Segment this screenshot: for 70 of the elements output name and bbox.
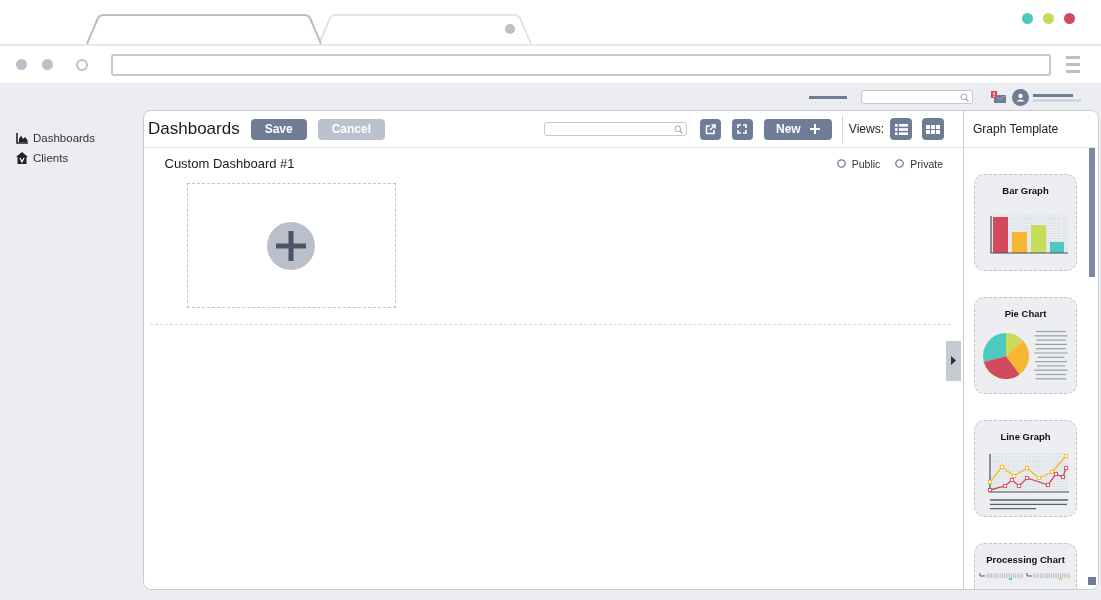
chart-point xyxy=(1063,465,1069,470)
mail-alert-icon[interactable] xyxy=(991,90,1006,104)
grid-icon xyxy=(926,124,940,134)
dot-icon[interactable] xyxy=(505,24,515,34)
template-card[interactable]: Processing Chart xyxy=(974,542,1077,589)
chart-bar xyxy=(1031,224,1046,253)
page-title: Dashboards xyxy=(148,119,240,139)
window-control-icon[interactable] xyxy=(1064,13,1075,24)
nav-dot-icon[interactable] xyxy=(16,59,27,70)
template-card[interactable]: Bar Graph xyxy=(974,173,1077,271)
template-card[interactable]: Line Graph xyxy=(974,419,1077,517)
radio-icon[interactable] xyxy=(895,159,905,168)
nav-dot-icon[interactable] xyxy=(42,59,53,70)
text-lines-drawing xyxy=(1033,330,1069,379)
sidebar-item[interactable]: Dashboards xyxy=(16,128,95,148)
external-link-icon xyxy=(704,123,716,135)
card-title: Processing Chart xyxy=(986,553,1065,566)
progress-strip xyxy=(979,572,1023,580)
visibility-radio[interactable]: Private xyxy=(895,157,943,170)
chart-point xyxy=(1063,453,1069,458)
dashboard-name: Custom Dashboard #1 xyxy=(164,156,295,171)
save-button[interactable]: Save xyxy=(250,118,307,140)
add-icon[interactable] xyxy=(267,221,315,270)
search-field[interactable] xyxy=(861,90,973,104)
panel-title: Graph Template xyxy=(973,122,1059,136)
chart-point xyxy=(987,479,993,484)
menu-icon[interactable] xyxy=(1066,56,1080,73)
caret-icon xyxy=(950,356,956,365)
card-title: Pie Chart xyxy=(1004,307,1047,320)
chart-point xyxy=(1024,465,1030,470)
scroll-end-icon[interactable] xyxy=(1088,577,1096,585)
card-title: Bar Graph xyxy=(1002,184,1049,197)
name-placeholder-icon[interactable] xyxy=(1033,92,1081,102)
chart-point xyxy=(1024,475,1030,480)
chart-bar xyxy=(993,216,1008,253)
visibility-radio[interactable]: Public xyxy=(836,157,881,170)
chart-icon xyxy=(16,132,28,144)
list-view-button[interactable] xyxy=(890,118,912,140)
plus-icon xyxy=(809,124,820,134)
address-field[interactable] xyxy=(111,53,1051,76)
chart-point xyxy=(999,464,1005,469)
list-icon xyxy=(894,123,908,135)
grid-view-button[interactable] xyxy=(922,118,944,140)
new-button[interactable]: New xyxy=(763,118,832,140)
template-card[interactable]: Pie Chart xyxy=(974,296,1077,394)
radio-icon[interactable] xyxy=(836,159,846,168)
card-title: Line Graph xyxy=(1000,430,1051,443)
sidebar-item[interactable]: Clients xyxy=(16,148,69,168)
fullscreen-icon xyxy=(737,124,748,134)
open-external-button[interactable] xyxy=(699,118,721,140)
chart-point xyxy=(987,487,993,492)
search-field[interactable] xyxy=(543,122,687,136)
search-icon xyxy=(673,124,683,134)
browser-tab[interactable] xyxy=(318,14,532,44)
link-placeholder-icon[interactable] xyxy=(809,95,847,99)
progress-strip xyxy=(1026,572,1070,580)
views-label: Views: xyxy=(848,122,884,136)
chart-bar xyxy=(1050,241,1064,253)
browser-tab[interactable] xyxy=(86,14,322,44)
chart-bar xyxy=(1012,231,1027,253)
nav-ring-icon[interactable] xyxy=(76,58,88,71)
chart-point xyxy=(1036,475,1042,480)
avatar-icon[interactable] xyxy=(1012,88,1029,106)
chart-point xyxy=(1045,482,1051,487)
collapse-handle[interactable] xyxy=(945,340,961,381)
house-icon xyxy=(16,152,28,164)
search-icon xyxy=(960,92,969,102)
window-control-icon[interactable] xyxy=(1022,13,1033,24)
fullscreen-button[interactable] xyxy=(731,118,753,140)
scrollbar-thumb[interactable] xyxy=(1089,148,1095,277)
